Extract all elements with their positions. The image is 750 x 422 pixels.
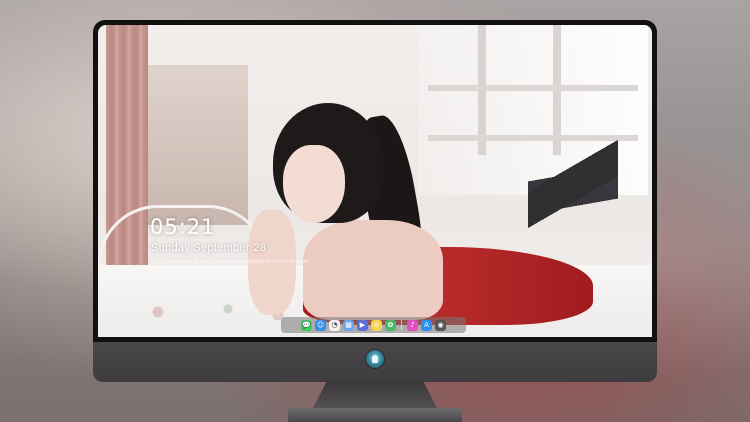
dock-separator — [401, 320, 402, 330]
monitor: 05:21 Sunday September 28 Lorem ipsum do… — [93, 20, 657, 422]
movie-icon[interactable]: ▶ — [357, 319, 368, 331]
itunes-icon[interactable]: ♪ — [407, 319, 418, 331]
lock-screen-time: 05:21 — [150, 215, 216, 239]
app-store-icon[interactable]: A — [421, 319, 432, 331]
camera-icon[interactable]: ◉ — [435, 319, 446, 331]
screen-bezel: 05:21 Sunday September 28 Lorem ipsum do… — [93, 20, 657, 342]
notes-icon[interactable]: ≡ — [371, 319, 382, 331]
finder-icon[interactable]: ☺ — [315, 319, 326, 331]
clock-icon[interactable]: ◔ — [329, 319, 340, 331]
desktop-screen[interactable]: 05:21 Sunday September 28 Lorem ipsum do… — [98, 25, 652, 337]
preview-icon[interactable]: ▦ — [343, 319, 354, 331]
monitor-chin — [93, 342, 657, 382]
figure-body — [303, 220, 443, 320]
window-frame — [428, 85, 638, 91]
wall-shelf — [138, 65, 248, 225]
messages-icon[interactable]: 💬 — [301, 319, 312, 331]
lock-screen-date: Sunday September 28 — [151, 242, 267, 254]
figure-face — [283, 145, 345, 223]
lock-screen-subtitle: Lorem ipsum dolor sit amet, consectetur … — [151, 259, 309, 265]
dock: 💬 ☺ ◔ ▦ ▶ ≡ ✿ ♪ A ◉ — [281, 317, 466, 333]
photos-icon[interactable]: ✿ — [385, 319, 396, 331]
brand-logo-icon — [366, 350, 384, 368]
monitor-stand-base — [288, 408, 462, 422]
